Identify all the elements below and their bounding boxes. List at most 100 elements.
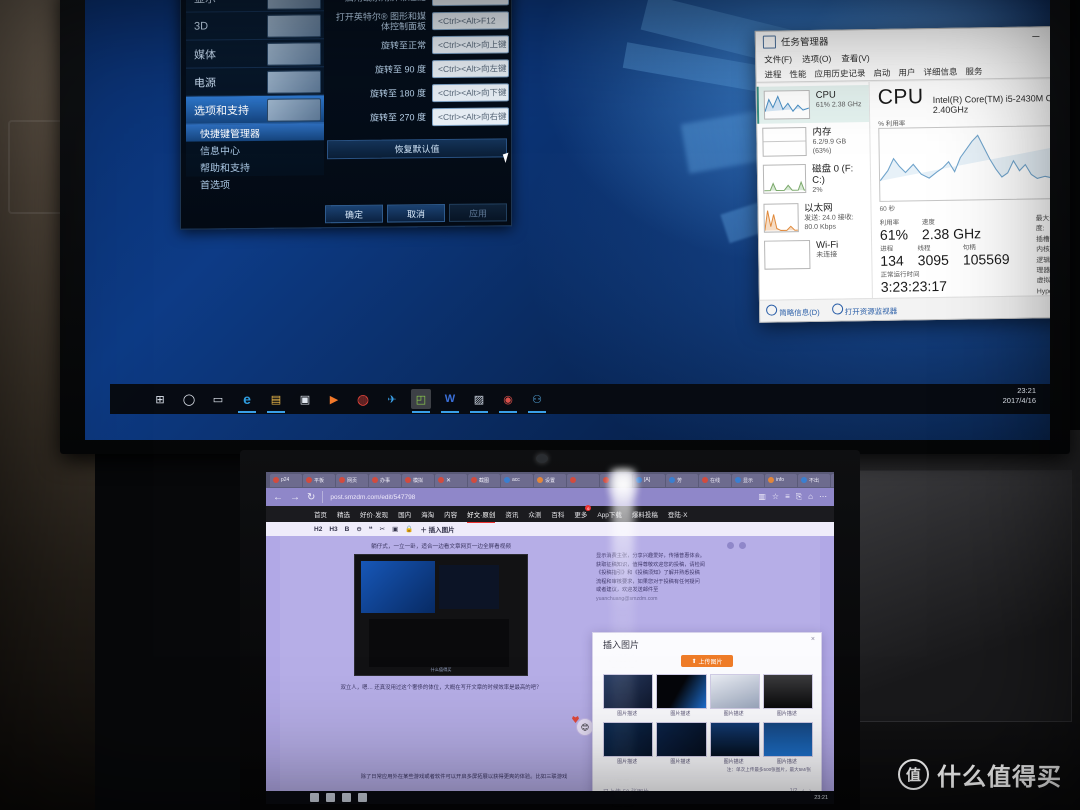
- store-icon[interactable]: ▣: [295, 389, 315, 409]
- browser-tab[interactable]: 办事: [369, 473, 401, 487]
- web-note-icon[interactable]: ⎘: [796, 492, 802, 502]
- taskbar-icon[interactable]: [326, 793, 335, 802]
- site-nav-app[interactable]: App下载: [597, 509, 622, 519]
- restore-defaults-button[interactable]: 恢复默认值: [327, 138, 512, 164]
- task-manager-window[interactable]: 任务管理器 ─ ▢ ✕ 文件(F) 选项(O) 查看(V) 进程 性能 应用历史…: [754, 25, 1050, 323]
- taskbar-icon[interactable]: [342, 793, 351, 802]
- hotkey-row[interactable]: 旋转至 270 度 <Ctrl><Alt>向右键: [331, 105, 509, 129]
- taskbar-clock[interactable]: 23:21 2017/4/16: [1003, 386, 1036, 406]
- tab-startup[interactable]: 启动: [873, 67, 890, 80]
- tab-users[interactable]: 用户: [898, 66, 915, 79]
- image-thumb[interactable]: [709, 674, 760, 709]
- back-icon[interactable]: ←: [273, 492, 283, 503]
- image-button[interactable]: ▣: [392, 525, 398, 533]
- image-cell[interactable]: 图片描述: [603, 674, 654, 717]
- site-nav-login[interactable]: 登陆·X: [668, 509, 688, 519]
- insert-image-button[interactable]: ＋ 插入图片: [420, 524, 454, 534]
- edge-icon[interactable]: e: [237, 389, 257, 413]
- tab-services[interactable]: 服务: [965, 65, 982, 78]
- image-cell[interactable]: 图片描述: [709, 674, 760, 717]
- browser-tab[interactable]: 不出: [798, 473, 830, 487]
- hotkey-input[interactable]: <Ctrl><Alt>向右键: [432, 107, 509, 127]
- browser-tab[interactable]: 显示: [732, 473, 764, 487]
- browser-tab[interactable]: info: [765, 473, 797, 487]
- intel-graphics-control-panel[interactable]: 基本模式 显示 3D 媒体: [180, 0, 512, 230]
- browser-tab[interactable]: 在线: [699, 473, 731, 487]
- site-nav-wiki[interactable]: 百科: [551, 509, 564, 519]
- lock-icon[interactable]: 🔒: [405, 525, 413, 533]
- nav-item-options-support[interactable]: 选项和支持: [186, 95, 324, 125]
- nav-item-media[interactable]: 媒体: [186, 39, 324, 69]
- image-thumb[interactable]: [762, 722, 813, 757]
- laptop-taskbar[interactable]: 23:21: [266, 791, 834, 804]
- modal-close-icon[interactable]: ×: [811, 636, 815, 643]
- more-menu-icon[interactable]: ⋯: [819, 492, 827, 502]
- site-nav-domestic[interactable]: 国内: [398, 509, 411, 519]
- resource-item-ethernet[interactable]: 以太网 发送: 24.0 接收: 80.0 Kbps: [758, 198, 871, 237]
- resource-item-memory[interactable]: 内存 6.2/9.9 GB (63%): [757, 122, 870, 161]
- tab-processes[interactable]: 进程: [764, 68, 781, 81]
- subnav-info-center[interactable]: 信息中心: [186, 140, 324, 158]
- image-cell[interactable]: 图片描述: [603, 722, 654, 765]
- ok-button[interactable]: 确定: [325, 204, 383, 224]
- taskbar-icon[interactable]: [310, 793, 319, 802]
- taskbar-icon[interactable]: [358, 793, 367, 802]
- site-nav-overseas[interactable]: 海淘: [421, 509, 434, 519]
- upload-image-button[interactable]: ⬆ 上传图片: [681, 655, 733, 667]
- site-nav-news[interactable]: 资讯: [505, 509, 518, 519]
- browser-tab[interactable]: acc: [501, 473, 533, 487]
- cancel-button[interactable]: 取消: [387, 203, 445, 223]
- menu-view[interactable]: 查看(V): [841, 52, 870, 64]
- menu-options[interactable]: 选项(O): [802, 52, 831, 64]
- hotkey-row[interactable]: 旋转至 180 度 <Ctrl><Alt>向下键: [331, 81, 509, 105]
- resource-item-disk[interactable]: 磁盘 0 (F: C:) 2%: [758, 159, 871, 200]
- bold-button[interactable]: B: [345, 526, 350, 533]
- url-input[interactable]: post.smzdm.com/edit/547798: [322, 491, 751, 503]
- image-thumb[interactable]: [603, 722, 654, 757]
- hotkey-input[interactable]: <Ctrl><Alt>向上键: [432, 35, 509, 55]
- site-nav-original[interactable]: 好文·原创: [467, 509, 496, 523]
- hotkey-row[interactable]: 旋转至 90 度 <Ctrl><Alt>向左键: [331, 57, 509, 81]
- browser-tab[interactable]: 截图: [468, 473, 500, 487]
- start-icon[interactable]: ⊞: [150, 389, 170, 409]
- people-icon[interactable]: ⚇: [527, 389, 547, 413]
- browser-tab[interactable]: ✕: [435, 473, 467, 487]
- nav-item-power[interactable]: 电源: [186, 67, 324, 97]
- browser-tab[interactable]: [567, 473, 599, 487]
- browser-tab[interactable]: 设置: [534, 473, 566, 487]
- browser-tab[interactable]: p24: [270, 473, 302, 487]
- browser-tab[interactable]: 模拟: [402, 473, 434, 487]
- nvidia-panel-icon[interactable]: ◰: [411, 389, 431, 413]
- tab-details[interactable]: 详细信息: [923, 66, 957, 80]
- hotkey-row[interactable]: 旋转至正常 <Ctrl><Alt>向上键: [331, 33, 509, 57]
- hotkey-input[interactable]: <Ctrl><Alt>向下键: [432, 83, 509, 103]
- forward-icon[interactable]: →: [290, 492, 300, 503]
- file-explorer-icon[interactable]: ▤: [266, 389, 286, 413]
- resource-item-cpu[interactable]: CPU 61% 2.38 GHz: [756, 85, 870, 124]
- link-button[interactable]: ✂: [380, 525, 385, 533]
- image-cell[interactable]: 图片描述: [762, 722, 813, 765]
- browser-tab[interactable]: 网页: [336, 473, 368, 487]
- media-player-icon[interactable]: ▶: [324, 389, 344, 409]
- hotkey-input[interactable]: <Ctrl><Alt>F12: [432, 11, 509, 31]
- favorite-star-icon[interactable]: ☆: [772, 492, 779, 502]
- tab-close-icon[interactable]: ✕: [446, 477, 451, 484]
- search-tool-icon[interactable]: ◉: [498, 389, 518, 413]
- site-nav-submit[interactable]: 爆料投稿: [632, 509, 658, 519]
- hotkey-row[interactable]: 启用或禁用屏幕适配 <Ctrl><Alt>F11: [331, 0, 509, 9]
- nav-item-3d[interactable]: 3D: [186, 11, 324, 41]
- cortana-icon[interactable]: ◯: [179, 389, 199, 409]
- image-cell[interactable]: 图片描述: [656, 722, 707, 765]
- hub-icon[interactable]: ≡: [785, 492, 790, 502]
- resource-item-wifi[interactable]: Wi-Fi 未连接: [759, 235, 872, 274]
- image-thumb[interactable]: [762, 674, 813, 709]
- refresh-icon[interactable]: ↻: [307, 492, 315, 503]
- word-icon[interactable]: W: [440, 389, 460, 413]
- chrome-icon[interactable]: ◍: [353, 389, 373, 409]
- photos-icon[interactable]: ▨: [469, 389, 489, 413]
- image-thumb[interactable]: [656, 722, 707, 757]
- reading-view-icon[interactable]: ▥: [758, 492, 766, 502]
- windows-taskbar[interactable]: ⊞ ◯ ▭ e ▤ ▣ ▶ ◍ ✈ ◰ W ▨ ◉ ⚇ 23:21 2017/4…: [110, 384, 1050, 414]
- tab-performance[interactable]: 性能: [789, 68, 806, 81]
- share-icon[interactable]: ⌂: [808, 492, 813, 502]
